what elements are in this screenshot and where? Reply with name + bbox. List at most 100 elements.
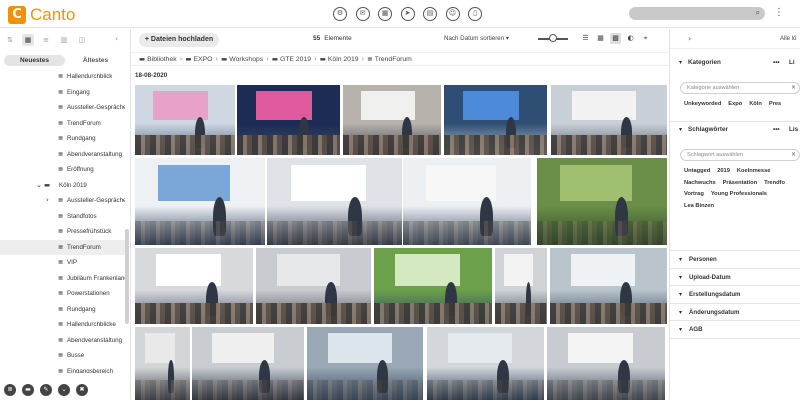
schlagwoerter-more-icon[interactable]: •••: [773, 123, 780, 137]
asset-thumbnail[interactable]: [307, 327, 423, 400]
asset-thumbnail[interactable]: [237, 85, 340, 155]
breadcrumb-item[interactable]: EXPO: [194, 56, 213, 63]
tag-chip[interactable]: Trendfo: [764, 180, 785, 186]
tag-chip[interactable]: Lea Binzen: [684, 203, 714, 209]
tree-item[interactable]: ≣ Busse: [0, 348, 125, 364]
breadcrumb-item[interactable]: GTE 2019: [280, 56, 311, 63]
sort-newest-button[interactable]: Neuestes: [4, 55, 65, 66]
filter-section-1[interactable]: ▾ Upload-Datum: [670, 269, 800, 286]
tree-item[interactable]: ≣ Powerstationen: [0, 286, 125, 302]
sort-oldest-button[interactable]: Ältestes: [65, 55, 126, 66]
tag-chip[interactable]: Unkeyworded: [684, 101, 721, 107]
tree-item[interactable]: ≣ Pressefrühstück: [0, 224, 125, 240]
chevron-right-icon[interactable]: ›: [46, 193, 49, 209]
asset-thumbnail[interactable]: [403, 158, 531, 245]
gear-icon[interactable]: ⚙: [333, 7, 347, 21]
asset-thumbnail[interactable]: [537, 158, 667, 245]
schlagwort-select[interactable]: Schlagwort auswählen ×: [680, 149, 800, 161]
asset-thumbnail[interactable]: [374, 248, 492, 324]
asset-thumbnail[interactable]: [343, 85, 441, 155]
tree-item[interactable]: ≣ Eröffnung: [0, 162, 125, 178]
tree-item[interactable]: ≣ Hallendurchblicke: [0, 317, 125, 333]
chat-icon[interactable]: ✉: [355, 7, 370, 21]
tree-item[interactable]: ≣ Abendveranstaltung: [0, 333, 125, 349]
asset-thumbnail[interactable]: [192, 327, 304, 400]
clear-icon[interactable]: ×: [791, 150, 796, 160]
list-view-icon[interactable]: ☰: [580, 33, 591, 44]
asset-thumbnail[interactable]: [444, 85, 547, 155]
tag-chip[interactable]: Expo: [728, 101, 742, 107]
edit-icon[interactable]: ✎: [40, 384, 52, 396]
filter-section-2[interactable]: ▾ Erstellungsdatum: [670, 286, 800, 304]
canto-logo[interactable]: C Canto: [8, 5, 75, 25]
asset-thumbnail[interactable]: [135, 158, 265, 245]
send-icon[interactable]: ➤: [400, 7, 415, 21]
asset-thumbnail[interactable]: [550, 248, 667, 324]
tag-chip[interactable]: Präsentation: [723, 180, 757, 186]
tree-item[interactable]: ≣ Rundgang: [0, 131, 125, 147]
sort-dropdown[interactable]: Nach Datum sortieren ▾: [444, 35, 509, 42]
tag-chip[interactable]: Köln: [749, 101, 762, 107]
kategorie-select[interactable]: Kategorie auswählen ×: [680, 82, 800, 94]
tag-chip[interactable]: Koelnmesse: [737, 168, 771, 174]
grid-icon[interactable]: ▥: [58, 34, 70, 46]
tree-item[interactable]: ≣ TrendForum: [0, 239, 125, 255]
collapse-sidebar-icon[interactable]: ‹: [115, 34, 118, 43]
asset-thumbnail[interactable]: [551, 85, 667, 155]
asset-thumbnail[interactable]: [267, 158, 402, 245]
tree-item[interactable]: ≣ Eingang: [0, 85, 125, 101]
tree-item[interactable]: ≣ Rundgang: [0, 302, 125, 318]
tag-chip[interactable]: Nachwuchs: [684, 180, 716, 186]
asset-thumbnail[interactable]: [495, 248, 547, 324]
kategorien-header[interactable]: ▾ Kategorien Li •••: [670, 56, 800, 70]
list-icon[interactable]: ≡: [40, 34, 52, 46]
tree-item[interactable]: ≣ Aussteller-Gespräche: [0, 100, 125, 116]
kategorien-list-link[interactable]: Li: [789, 56, 795, 70]
tree-item[interactable]: ⌄ ▬ Köln 2019: [0, 178, 125, 194]
tag-chip[interactable]: 2019: [717, 168, 730, 174]
search-input[interactable]: [629, 7, 765, 20]
search-icon[interactable]: ⌕: [756, 8, 760, 18]
asset-thumbnail[interactable]: [427, 327, 544, 400]
sort-alpha-icon[interactable]: ⇅: [4, 34, 16, 46]
slider-handle[interactable]: [549, 34, 557, 42]
collection-icon[interactable]: ▦: [378, 7, 392, 21]
chevron-down-icon[interactable]: ⌄: [36, 178, 42, 194]
breadcrumb-item[interactable]: Köln 2019: [328, 56, 359, 63]
upload-files-button[interactable]: + Dateien hochladen: [139, 33, 219, 47]
grid-view-icon[interactable]: ▦: [595, 33, 606, 44]
filter-section-4[interactable]: ▾ AGB: [670, 321, 800, 339]
tree-item[interactable]: ≣ Hallendurchblick: [0, 69, 125, 85]
trash-icon[interactable]: ✖: [76, 384, 88, 396]
calendar-icon[interactable]: ▦: [22, 34, 34, 46]
smile-icon[interactable]: ☺: [445, 7, 460, 21]
breadcrumb-item[interactable]: Bibliothek: [147, 56, 176, 63]
tree-item[interactable]: ≣ Abendveranstaltung: [0, 147, 125, 163]
clear-all-link[interactable]: Alle lö: [780, 36, 796, 42]
tree-item[interactable]: › ≣ Aussteller-Gespräche: [0, 193, 125, 209]
breadcrumb-item[interactable]: TrendForum: [375, 56, 412, 63]
masonry-view-icon[interactable]: ▩: [610, 33, 621, 44]
color-icon[interactable]: ◐: [625, 33, 636, 44]
schlagwoerter-header[interactable]: ▾ Schlagwörter ••• Lis: [670, 123, 800, 137]
tree-item[interactable]: ≣ VIP: [0, 255, 125, 271]
filter-section-0[interactable]: ▾ Personen: [670, 251, 800, 269]
document-icon[interactable]: ▯: [468, 7, 482, 21]
chevron-right-icon[interactable]: ›: [688, 34, 691, 43]
asset-thumbnail[interactable]: [256, 248, 371, 324]
tree-item[interactable]: ≣ Eingangsbereich: [0, 364, 125, 374]
tag-chip[interactable]: Vortrag: [684, 191, 704, 197]
clear-icon[interactable]: ×: [791, 83, 796, 93]
tree-item[interactable]: ≣ Standfotos: [0, 209, 125, 225]
tag-chip[interactable]: Pres: [769, 101, 781, 107]
folder-icon[interactable]: ▬: [22, 384, 34, 396]
tag-chip[interactable]: Young Professionals: [711, 191, 767, 197]
asset-thumbnail[interactable]: [135, 248, 253, 324]
chevron-down-icon[interactable]: ⌄: [58, 384, 70, 396]
asset-thumbnail[interactable]: [135, 327, 190, 400]
location-icon[interactable]: ⌖: [640, 33, 651, 44]
asset-thumbnail[interactable]: [135, 85, 235, 155]
kategorien-more-icon[interactable]: •••: [773, 56, 780, 70]
schlagwoerter-list-link[interactable]: Lis: [789, 123, 798, 137]
tree-item[interactable]: ≣ TrendForum: [0, 116, 125, 132]
